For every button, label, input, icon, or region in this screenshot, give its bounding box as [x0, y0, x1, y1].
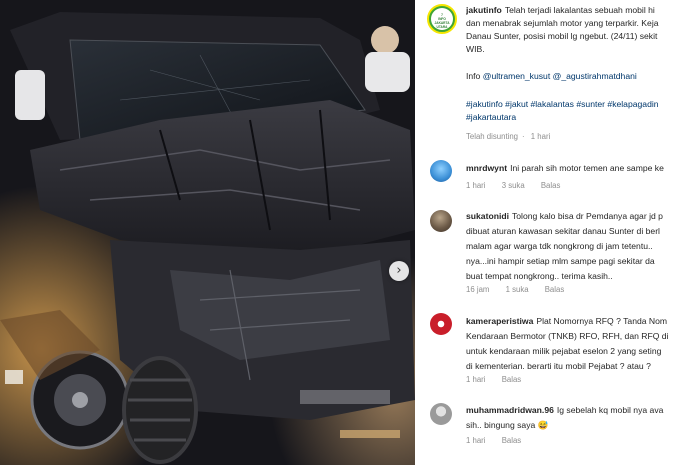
commenter-avatar[interactable] — [430, 210, 452, 232]
comment-username[interactable]: mnrdwynt — [466, 163, 507, 173]
comment-text: sukatonidi Tolong kalo bisa dr Pemdanya a… — [466, 211, 663, 221]
caption-line-2: dan menabrak sejumlah motor yang terpark… — [466, 18, 659, 28]
comment-time[interactable]: 1 hari — [466, 375, 486, 384]
comment-username[interactable]: muhammadridwan.96 — [466, 405, 554, 415]
caption-info-line: Info @ultramen_kusut @_agustirahmatdhani — [466, 71, 637, 81]
next-image-button[interactable]: › — [389, 261, 409, 281]
comment-meta: 1 hari Balas — [466, 375, 535, 384]
comment-meta: 1 hari Balas — [466, 436, 535, 445]
reply-button[interactable]: Balas — [502, 436, 522, 445]
comment-likes[interactable]: 1 suka — [506, 285, 529, 294]
reply-button[interactable]: Balas — [541, 181, 561, 190]
commenter-avatar[interactable] — [430, 403, 452, 425]
comment-time[interactable]: 1 hari — [466, 436, 486, 445]
caption-line-4: WIB. — [466, 44, 485, 54]
reply-button[interactable]: Balas — [545, 285, 565, 294]
comment-likes[interactable]: 3 suka — [502, 181, 525, 190]
comment-meta: 1 hari 3 suka Balas — [466, 181, 574, 190]
comment-line: dibuat aturan kawasan sekitar danau Sunt… — [466, 226, 660, 236]
chevron-right-icon: › — [396, 263, 402, 278]
comment-username[interactable]: kameraperistiwa — [466, 316, 533, 326]
caption-line-3: Danau Sunter, posisi mobil lg ngebut. (2… — [466, 31, 658, 41]
hashtags-line-2[interactable]: #jakartautara — [466, 111, 700, 124]
comment-username[interactable]: sukatonidi — [466, 211, 509, 221]
reply-button[interactable]: Balas — [502, 375, 522, 384]
commenter-avatar[interactable] — [430, 160, 452, 182]
comment-text: mnrdwynt Ini parah sih motor temen ane sa… — [466, 163, 664, 173]
comment-line: Kendaraan Bermotor (TNKB) RFO, RFH, dan … — [466, 331, 669, 341]
edited-meta: Telah disunting · 1 hari — [466, 132, 551, 141]
author-avatar[interactable]: 7 INFO JAKARTA UTARA — [427, 4, 457, 34]
comment-line: nya...ini hampir setiap mlm sampe pagi s… — [466, 256, 655, 266]
comment-line: di kementerian. berarti itu mobil Pejaba… — [466, 361, 651, 371]
info-mentions[interactable]: @ultramen_kusut @_agustirahmatdhani — [483, 71, 637, 81]
comment-time[interactable]: 16 jam — [466, 285, 489, 294]
post-photo: › — [0, 0, 415, 465]
edited-time: 1 hari — [530, 132, 551, 141]
hashtags-line-1[interactable]: #jakutinfo #jakut #lakalantas #sunter #k… — [466, 98, 700, 111]
comment-line: sih.. bingung saya 😅 — [466, 420, 549, 430]
comment-time[interactable]: 1 hari — [466, 181, 486, 190]
caption-line-1: jakutinfo Telah terjadi lakalantas sebuah… — [466, 5, 655, 15]
comment-text: muhammadridwan.96 Ig sebelah kq mobil nya… — [466, 405, 664, 415]
commenter-avatar[interactable] — [430, 313, 452, 335]
edited-label: Telah disunting — [466, 132, 519, 141]
author-username[interactable]: jakutinfo — [466, 5, 502, 15]
comment-line: buat tempat nongkrong.. terima kasih.. — [466, 271, 613, 281]
comment-meta: 16 jam 1 suka Balas — [466, 285, 578, 294]
crashed-car-photo — [0, 0, 415, 465]
comment-line: untuk kendaraan milik pejabat eselon 2 y… — [466, 346, 662, 356]
jakutinfo-logo: 7 INFO JAKARTA UTARA — [431, 8, 453, 30]
comment-text: kameraperistiwa Plat Nomornya RFQ ? Tanda… — [466, 316, 668, 326]
comment-line: malam agar warga tdk nongkrong di jam te… — [466, 241, 653, 251]
